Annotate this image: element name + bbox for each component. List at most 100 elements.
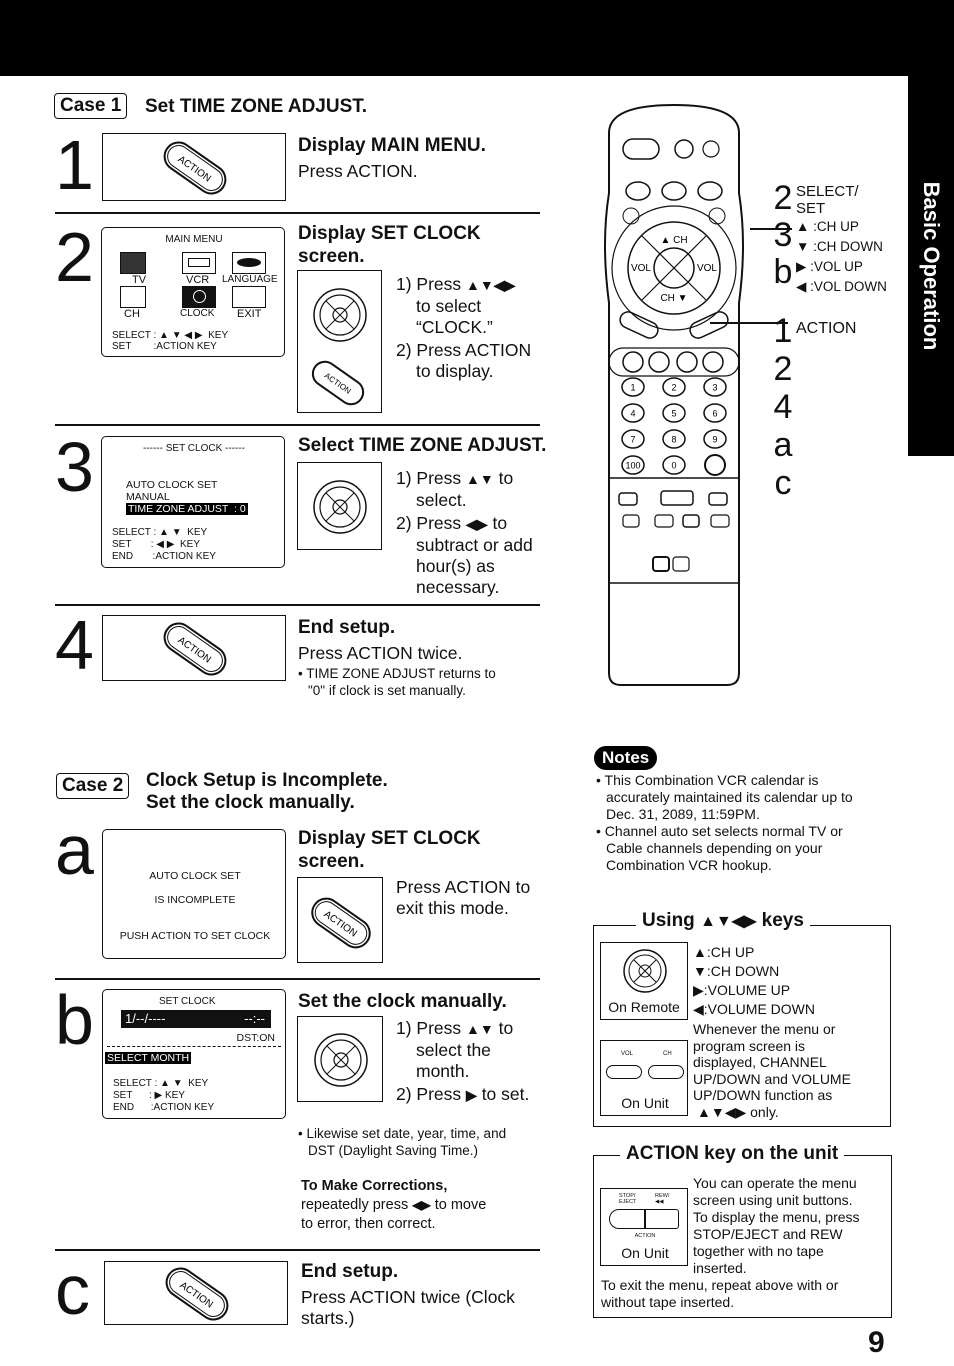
screen-line: IS INCOMPLETE bbox=[154, 894, 236, 906]
note-line: • Likewise set date, year, time, and bbox=[298, 1126, 507, 1141]
screen-line: PUSH ACTION TO SET CLOCK bbox=[119, 930, 271, 942]
step-number: c bbox=[55, 1251, 90, 1329]
corr-text: to error, then correct. bbox=[301, 1216, 436, 1232]
unit-vol-button bbox=[606, 1065, 642, 1079]
screen-divider bbox=[107, 1046, 281, 1047]
action-key-icon: ACTION bbox=[311, 897, 371, 949]
joystick-icon bbox=[314, 1033, 368, 1087]
heading-line: screen. bbox=[298, 246, 365, 267]
action-unit-footer: To exit the menu, repeat above with or w… bbox=[601, 1277, 838, 1311]
screen-end-line: END :ACTION KEY bbox=[113, 1102, 215, 1113]
instr-text: to bbox=[492, 513, 508, 533]
note-line: Combination VCR hookup. bbox=[606, 857, 772, 873]
body-line: Press ACTION twice (Clock bbox=[301, 1287, 515, 1307]
instr-text: necessary. bbox=[416, 577, 500, 597]
callout-num: 2 bbox=[773, 179, 793, 217]
screen-title: ------ SET CLOCK ------ bbox=[142, 443, 246, 454]
menu-item-language: LANGUAGE bbox=[222, 274, 278, 285]
exit-icon bbox=[232, 286, 266, 308]
action-unit-description: You can operate the menu screen using un… bbox=[693, 1175, 860, 1277]
instr-text: month. bbox=[416, 1061, 470, 1081]
remote-control: ▲ CH CH ▼ VOL VOL 1 2 3 4 5 6 7 8 9 100 0 bbox=[597, 103, 751, 688]
instr-text: to display. bbox=[416, 361, 494, 381]
divider bbox=[55, 604, 540, 606]
heading-line: Display SET CLOCK bbox=[298, 223, 481, 244]
screen-select-line: SELECT : ▲ ▼ KEY bbox=[112, 527, 208, 538]
step-body: Press ACTION twice (Clock starts.) bbox=[301, 1287, 515, 1329]
screen-select-line: SELECT : ▲ ▼ ◀ ▶ KEY bbox=[112, 330, 229, 341]
screen-select-line: SELECT : ▲ ▼ KEY bbox=[113, 1078, 209, 1089]
case2-title: Clock Setup is Incomplete. Set the clock … bbox=[146, 770, 388, 814]
instr-text: 2) Press bbox=[396, 1084, 462, 1104]
notes-list: • This Combination VCR calendar is accura… bbox=[596, 772, 853, 874]
select-month-prompt: SELECT MONTH bbox=[105, 1052, 192, 1064]
note-line: • Channel auto set selects normal TV or bbox=[596, 823, 843, 839]
joystick-illustration bbox=[297, 1016, 383, 1102]
tv-icon bbox=[120, 252, 146, 274]
instr-text: hour(s) as bbox=[416, 556, 495, 576]
note-line: Dec. 31, 2089, 11:59PM. bbox=[606, 806, 760, 822]
clock-icon bbox=[182, 286, 216, 308]
callout-label: SET bbox=[796, 200, 826, 217]
step-number: 1 bbox=[55, 126, 94, 204]
action-button-illustration: ACTION bbox=[102, 133, 286, 201]
desc-line: Whenever the menu or bbox=[693, 1021, 836, 1037]
step-body: Press ACTION to exit this mode. bbox=[396, 877, 530, 919]
step-instruction-1: 1) Press ▲▼ to select the month. bbox=[396, 1018, 513, 1082]
callout-step-refs-1: 2 3 b bbox=[772, 180, 794, 291]
callout-num: 3 bbox=[773, 216, 793, 254]
step-heading: Select TIME ZONE ADJUST. bbox=[298, 435, 547, 456]
stop-eject-label: STOP/ EJECT bbox=[619, 1193, 637, 1205]
numpad-key-label: 4 bbox=[630, 409, 635, 419]
numpad-key-label: 2 bbox=[671, 383, 676, 393]
instr-text: to bbox=[498, 468, 514, 488]
arrow-right-icon: ▶ bbox=[466, 1087, 477, 1103]
callout-label: ▼ :CH DOWN bbox=[796, 239, 883, 254]
time-field: --:-- bbox=[244, 1011, 265, 1026]
desc-line: ▲▼◀▶ only. bbox=[697, 1103, 779, 1120]
desc-line: together with no tape bbox=[693, 1243, 824, 1259]
desc-line: screen using unit buttons. bbox=[693, 1192, 853, 1208]
unit-ch-label: CH bbox=[663, 1051, 672, 1057]
note-line: • This Combination VCR calendar is bbox=[596, 772, 819, 788]
note-line: "0" if clock is set manually. bbox=[308, 683, 466, 698]
unit-ch-button bbox=[648, 1065, 684, 1079]
using-keys-description: Whenever the menu or program screen is d… bbox=[693, 1021, 851, 1120]
manual-set-clock-screen: SET CLOCK 1/--/---- --:-- DST:ON SELECT … bbox=[102, 989, 286, 1119]
step-number: a bbox=[55, 811, 94, 889]
heading-line: screen. bbox=[298, 851, 365, 872]
page-number: 9 bbox=[868, 1326, 885, 1359]
callout-num: a bbox=[773, 426, 793, 464]
joystick-icon bbox=[313, 480, 367, 534]
step-body: Press ACTION twice. bbox=[298, 643, 463, 663]
numpad-key-label: 100 bbox=[625, 461, 640, 471]
menu-item-clock: CLOCK bbox=[180, 308, 215, 319]
instr-text: to select bbox=[416, 296, 482, 316]
svg-text:VOL: VOL bbox=[631, 263, 651, 274]
action-button-illustration: ACTION bbox=[102, 615, 286, 681]
action-key-icon: ACTION bbox=[165, 1267, 229, 1321]
desc-line: UP/DOWN function as bbox=[693, 1087, 833, 1103]
case1-badge: Case 1 bbox=[54, 93, 128, 119]
remote-control-drawing: ▲ CH CH ▼ VOL VOL 1 2 3 4 5 6 7 8 9 100 0 bbox=[604, 103, 744, 686]
section-tab: Basic Operation bbox=[908, 76, 954, 456]
step-heading: Display SET CLOCK screen. bbox=[298, 827, 481, 873]
unit-vol-label: VOL bbox=[621, 1051, 634, 1057]
date-time-field: 1/--/---- --:-- bbox=[121, 1010, 271, 1028]
key-function: ▲:CH UP bbox=[693, 944, 755, 960]
instr-text: 2) Press ACTION bbox=[396, 340, 532, 360]
screen-line: AUTO CLOCK SET bbox=[126, 479, 218, 491]
step-heading: Display SET CLOCK screen. bbox=[298, 222, 481, 268]
note-line: accurately maintained its calendar up to bbox=[606, 789, 853, 805]
remote-keys-illustration: ACTION bbox=[297, 270, 382, 413]
notes-badge: Notes bbox=[594, 746, 658, 770]
vcr-icon bbox=[182, 252, 216, 274]
action-key-icon: ACTION bbox=[163, 141, 227, 195]
footer-line: To exit the menu, repeat above with or bbox=[601, 1277, 839, 1293]
ch-icon bbox=[120, 286, 146, 308]
action-button-illustration: ACTION bbox=[297, 877, 383, 963]
callout-num: 4 bbox=[773, 388, 793, 426]
callout-label: ▲ :CH UP bbox=[796, 219, 859, 234]
desc-line: To display the menu, press bbox=[693, 1209, 860, 1225]
on-unit-action-illustration: STOP/ EJECT REW/ ◀◀ ACTION On Unit bbox=[600, 1188, 688, 1266]
